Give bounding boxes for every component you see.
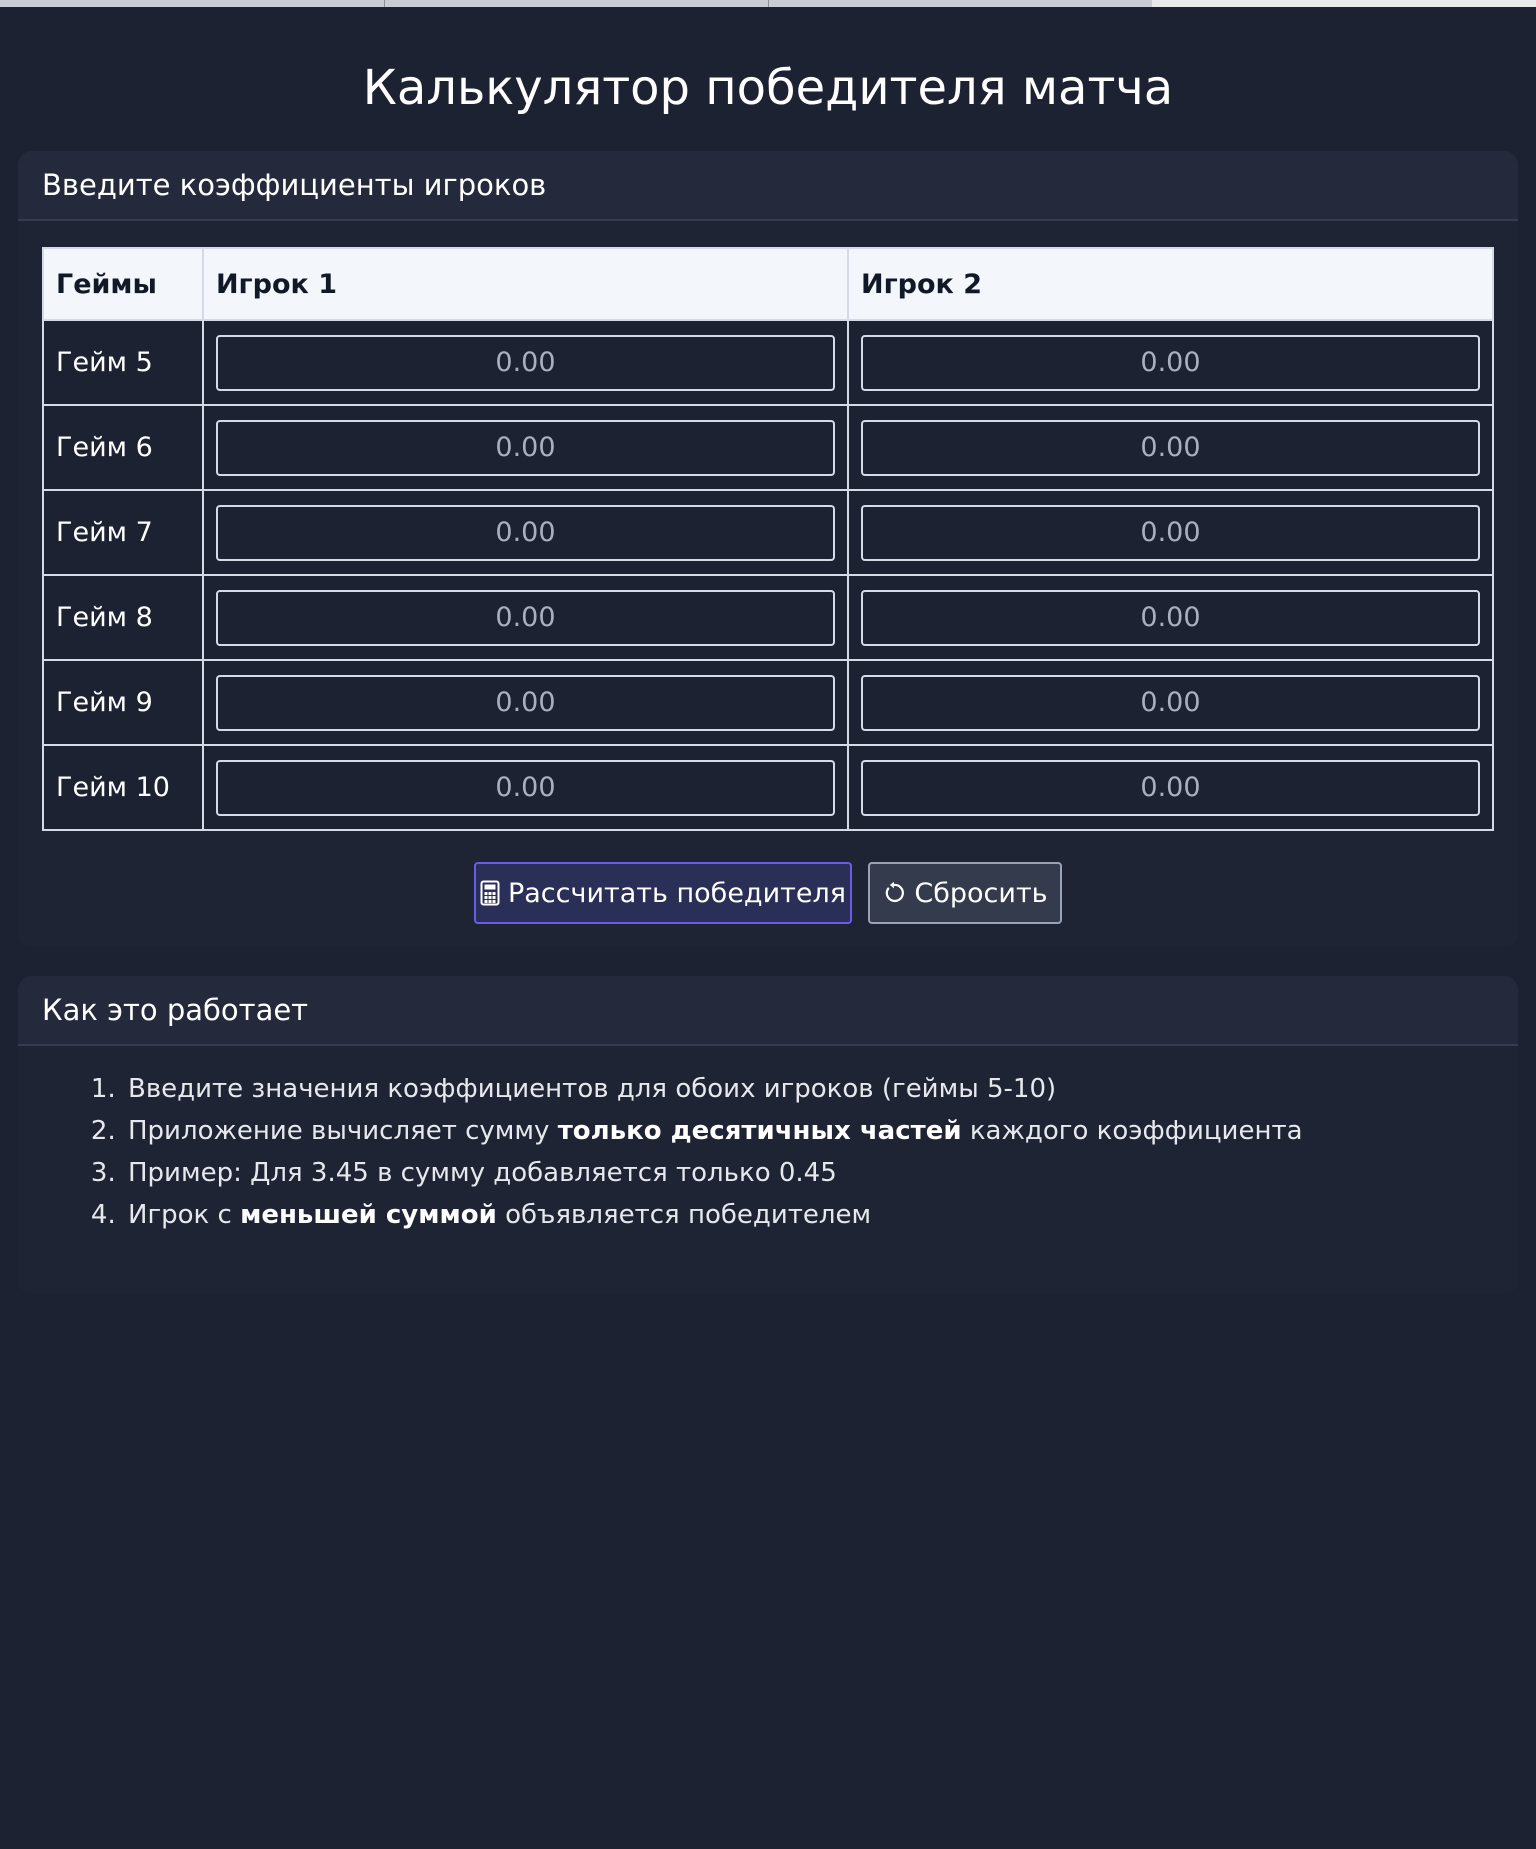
odds-card: Введите коэффициенты игроков Геймы Игрок… — [18, 151, 1518, 947]
step-text-after: каждого коэффициента — [961, 1116, 1303, 1146]
step-text: Пример: Для 3.45 в сумму добавляется тол… — [128, 1158, 837, 1188]
calculate-winner-button[interactable]: Рассчитать победителя — [474, 862, 852, 924]
how-it-works-header: Как это работает — [18, 976, 1518, 1046]
player-2-odds-input[interactable] — [860, 589, 1480, 646]
column-header-player-1: Игрок 1 — [201, 247, 849, 321]
game-label: Гейм 7 — [42, 489, 204, 576]
odds-table: Геймы Игрок 1 Игрок 2 Гейм 5 Гейм 6 Гейм… — [42, 247, 1495, 831]
table-row: Гейм 6 — [42, 404, 1495, 491]
player-2-odds-input[interactable] — [860, 334, 1480, 391]
table-row: Гейм 8 — [42, 574, 1495, 661]
player-2-odds-input[interactable] — [860, 419, 1480, 476]
player-2-cell — [846, 319, 1495, 406]
player-1-odds-input[interactable] — [215, 334, 835, 391]
step-text: Приложение вычисляет сумму — [128, 1116, 558, 1146]
reset-icon — [886, 881, 905, 903]
player-2-cell — [846, 404, 1495, 491]
player-1-cell — [201, 659, 849, 746]
game-label: Гейм 10 — [42, 744, 204, 831]
game-label: Гейм 5 — [42, 319, 204, 406]
player-1-odds-input[interactable] — [215, 674, 835, 731]
how-it-works-list: Введите значения коэффициентов для обоих… — [68, 1068, 1518, 1236]
list-item: Введите значения коэффициентов для обоих… — [124, 1068, 1518, 1110]
player-1-odds-input[interactable] — [215, 504, 835, 561]
player-1-cell — [201, 319, 849, 406]
calculator-icon — [480, 880, 500, 906]
table-row: Гейм 9 — [42, 659, 1495, 746]
step-text: Введите значения коэффициентов для обоих… — [128, 1074, 1057, 1104]
player-1-cell — [201, 489, 849, 576]
player-2-cell — [846, 574, 1495, 661]
tab-segment — [769, 0, 1152, 7]
step-emphasis: только десятичных частей — [557, 1116, 962, 1146]
odds-card-header: Введите коэффициенты игроков — [18, 151, 1518, 221]
player-2-cell — [846, 744, 1495, 831]
player-1-odds-input[interactable] — [215, 589, 835, 646]
step-text-after: объявляется победителем — [496, 1200, 872, 1230]
player-2-odds-input[interactable] — [860, 759, 1480, 816]
player-2-cell — [846, 659, 1495, 746]
player-1-odds-input[interactable] — [215, 759, 835, 816]
page-title: Калькулятор победителя матча — [362, 60, 1174, 116]
table-row: Гейм 7 — [42, 489, 1495, 576]
list-item: Игрок с меньшей суммой объявляется побед… — [124, 1194, 1518, 1236]
step-text: Игрок с — [128, 1200, 241, 1230]
list-item: Пример: Для 3.45 в сумму добавляется тол… — [124, 1152, 1518, 1194]
game-label: Гейм 9 — [42, 659, 204, 746]
player-2-odds-input[interactable] — [860, 674, 1480, 731]
column-header-games: Геймы — [42, 247, 204, 321]
tab-segment — [385, 0, 768, 7]
tab-segment-active — [1152, 0, 1536, 7]
player-1-odds-input[interactable] — [215, 419, 835, 476]
browser-tab-strip — [0, 0, 1536, 7]
player-1-cell — [201, 404, 849, 491]
table-header-row: Геймы Игрок 1 Игрок 2 — [42, 247, 1495, 321]
reset-label: Сбросить — [914, 877, 1048, 909]
player-1-cell — [201, 744, 849, 831]
how-it-works-card: Как это работает Введите значения коэффи… — [18, 976, 1518, 1294]
step-emphasis: меньшей суммой — [240, 1200, 497, 1230]
tab-segment — [0, 0, 384, 7]
player-1-cell — [201, 574, 849, 661]
table-row: Гейм 10 — [42, 744, 1495, 831]
game-label: Гейм 8 — [42, 574, 204, 661]
player-2-odds-input[interactable] — [860, 504, 1480, 561]
table-row: Гейм 5 — [42, 319, 1495, 406]
reset-button[interactable]: Сбросить — [868, 862, 1062, 924]
column-header-player-2: Игрок 2 — [846, 247, 1495, 321]
calculate-winner-label: Рассчитать победителя — [507, 877, 846, 909]
game-label: Гейм 6 — [42, 404, 204, 491]
player-2-cell — [846, 489, 1495, 576]
list-item: Приложение вычисляет сумму только десяти… — [124, 1110, 1518, 1152]
